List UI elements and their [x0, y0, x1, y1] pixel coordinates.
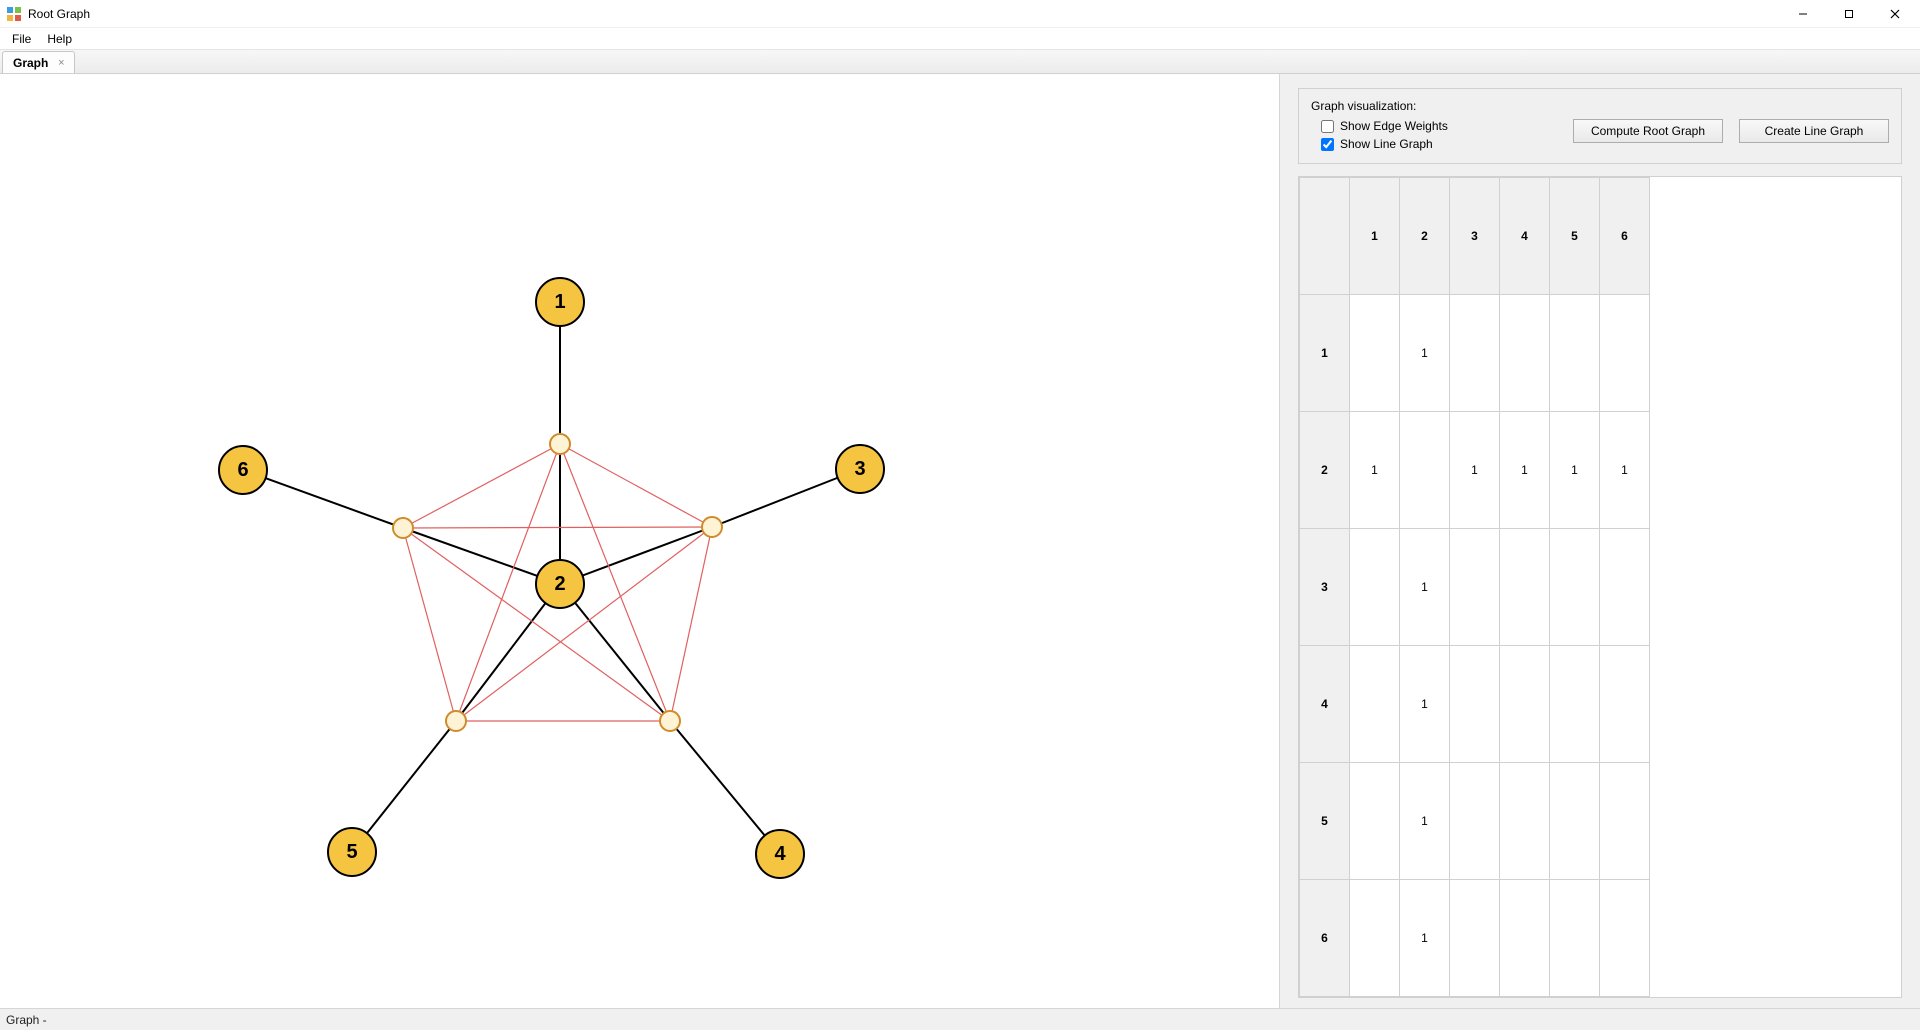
matrix-cell[interactable] [1350, 880, 1400, 997]
line-graph-node[interactable] [550, 434, 570, 454]
line-graph-node[interactable] [446, 711, 466, 731]
matrix-cell[interactable] [1500, 529, 1550, 646]
matrix-row-header[interactable]: 4 [1300, 646, 1350, 763]
menubar: File Help [0, 28, 1920, 50]
show-line-graph-check[interactable]: Show Line Graph [1321, 137, 1448, 151]
matrix-cell[interactable] [1450, 880, 1500, 997]
window-title: Root Graph [28, 7, 90, 21]
matrix-cell[interactable] [1600, 646, 1650, 763]
matrix-cell[interactable] [1550, 763, 1600, 880]
adjacency-matrix-panel: 1234561121111131415161 [1298, 176, 1902, 998]
matrix-cell[interactable] [1600, 763, 1650, 880]
create-line-graph-button[interactable]: Create Line Graph [1739, 119, 1889, 143]
side-panel: Graph visualization: Show Edge Weights S… [1280, 74, 1920, 1008]
line-graph-node[interactable] [702, 517, 722, 537]
tab-graph[interactable]: Graph × [2, 51, 75, 73]
show-edge-weights-label: Show Edge Weights [1340, 119, 1448, 133]
app-icon [6, 6, 22, 22]
tab-close-icon[interactable]: × [54, 56, 68, 70]
matrix-cell[interactable]: 1 [1600, 412, 1650, 529]
matrix-cell[interactable] [1500, 880, 1550, 997]
group-label: Graph visualization: [1311, 99, 1889, 113]
matrix-cell[interactable] [1450, 529, 1500, 646]
matrix-cell[interactable] [1450, 763, 1500, 880]
menu-file[interactable]: File [4, 30, 39, 48]
matrix-row-header[interactable]: 1 [1300, 295, 1350, 412]
matrix-col-header[interactable]: 4 [1500, 178, 1550, 295]
adjacency-matrix-table[interactable]: 1234561121111131415161 [1299, 177, 1650, 997]
matrix-cell[interactable] [1600, 880, 1650, 997]
matrix-cell[interactable]: 1 [1350, 412, 1400, 529]
window-controls [1780, 0, 1918, 28]
matrix-cell[interactable]: 1 [1550, 412, 1600, 529]
statusbar: Graph - [0, 1008, 1920, 1030]
graph-node-label: 4 [774, 843, 786, 865]
matrix-cell[interactable] [1550, 529, 1600, 646]
menu-help[interactable]: Help [39, 30, 80, 48]
matrix-cell[interactable]: 1 [1400, 880, 1450, 997]
matrix-cell[interactable]: 1 [1500, 412, 1550, 529]
matrix-cell[interactable] [1400, 412, 1450, 529]
graph-visualization-group: Graph visualization: Show Edge Weights S… [1298, 88, 1902, 164]
tab-label: Graph [13, 56, 48, 70]
graph-node-label: 1 [554, 291, 565, 313]
matrix-cell[interactable] [1550, 295, 1600, 412]
tabbar: Graph × [0, 50, 1920, 74]
matrix-row-header[interactable]: 5 [1300, 763, 1350, 880]
show-line-graph-checkbox[interactable] [1321, 138, 1334, 151]
matrix-row-header[interactable]: 3 [1300, 529, 1350, 646]
titlebar: Root Graph [0, 0, 1920, 28]
matrix-cell[interactable] [1600, 295, 1650, 412]
matrix-cell[interactable] [1350, 295, 1400, 412]
matrix-cell[interactable] [1500, 646, 1550, 763]
maximize-button[interactable] [1826, 0, 1872, 28]
matrix-cell[interactable] [1450, 646, 1500, 763]
minimize-button[interactable] [1780, 0, 1826, 28]
graph-node-label: 3 [854, 458, 865, 480]
line-graph-node[interactable] [393, 518, 413, 538]
matrix-cell[interactable] [1350, 529, 1400, 646]
matrix-cell[interactable]: 1 [1400, 295, 1450, 412]
matrix-col-header[interactable]: 5 [1550, 178, 1600, 295]
matrix-col-header[interactable]: 2 [1400, 178, 1450, 295]
matrix-cell[interactable] [1350, 763, 1400, 880]
status-text: Graph - [6, 1013, 47, 1027]
graph-node-label: 5 [346, 841, 357, 863]
matrix-row-header[interactable]: 2 [1300, 412, 1350, 529]
matrix-cell[interactable] [1550, 646, 1600, 763]
close-button[interactable] [1872, 0, 1918, 28]
matrix-cell[interactable]: 1 [1400, 646, 1450, 763]
matrix-col-header[interactable]: 6 [1600, 178, 1650, 295]
matrix-cell[interactable] [1350, 646, 1400, 763]
matrix-corner [1300, 178, 1350, 295]
matrix-col-header[interactable]: 3 [1450, 178, 1500, 295]
matrix-cell[interactable] [1500, 295, 1550, 412]
show-edge-weights-check[interactable]: Show Edge Weights [1321, 119, 1448, 133]
matrix-cell[interactable]: 1 [1400, 763, 1450, 880]
matrix-col-header[interactable]: 1 [1350, 178, 1400, 295]
show-line-graph-label: Show Line Graph [1340, 137, 1433, 151]
line-graph-node[interactable] [660, 711, 680, 731]
matrix-row-header[interactable]: 6 [1300, 880, 1350, 997]
show-edge-weights-checkbox[interactable] [1321, 120, 1334, 133]
matrix-cell[interactable]: 1 [1400, 529, 1450, 646]
matrix-cell[interactable] [1600, 529, 1650, 646]
matrix-cell[interactable]: 1 [1450, 412, 1500, 529]
graph-node-label: 6 [237, 459, 248, 481]
workarea: 123456 Graph visualization: Show Edge We… [0, 74, 1920, 1008]
matrix-cell[interactable] [1450, 295, 1500, 412]
graph-node-label: 2 [554, 573, 565, 595]
matrix-cell[interactable] [1550, 880, 1600, 997]
graph-canvas[interactable]: 1 2 3 4 5 6 [0, 74, 1280, 1008]
compute-root-graph-button[interactable]: Compute Root Graph [1573, 119, 1723, 143]
matrix-cell[interactable] [1500, 763, 1550, 880]
